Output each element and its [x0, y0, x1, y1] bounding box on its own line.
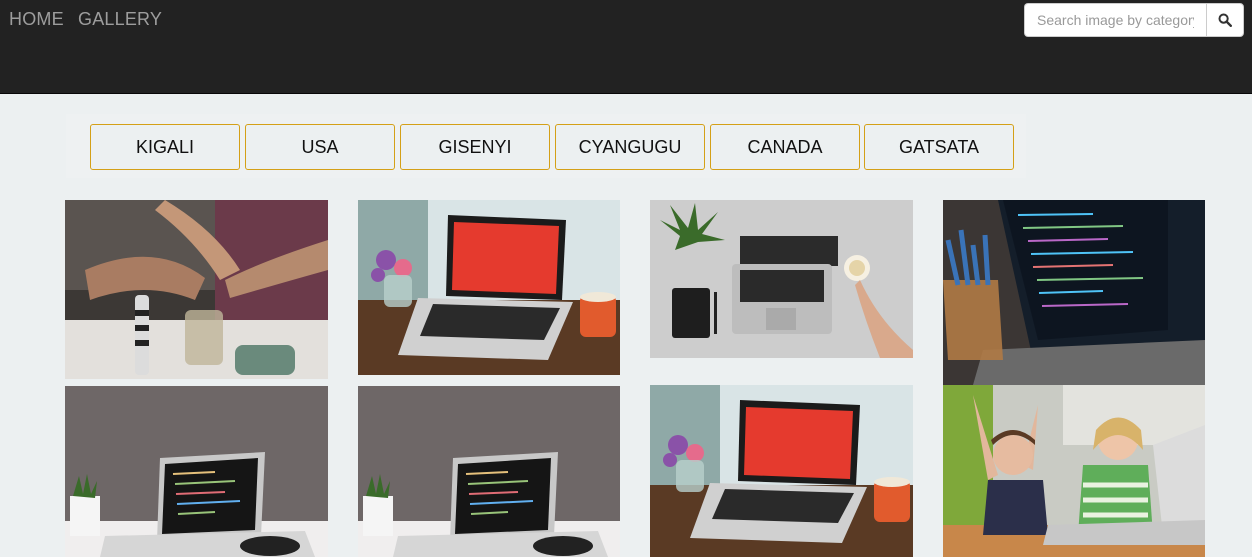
- category-button-gatsata[interactable]: GATSATA: [864, 124, 1014, 170]
- gallery-image-red-laptop[interactable]: [358, 200, 620, 375]
- category-button-canada[interactable]: CANADA: [710, 124, 860, 170]
- nav-gallery-link[interactable]: GALLERY: [78, 9, 162, 30]
- search-input[interactable]: [1024, 3, 1206, 37]
- gallery-image-team-hands[interactable]: [65, 200, 328, 379]
- gallery-image-kids-laptop[interactable]: [943, 385, 1205, 557]
- gallery-image-code-laptop-pencils[interactable]: [943, 200, 1205, 385]
- category-button-cyangugu[interactable]: CYANGUGU: [555, 124, 705, 170]
- gallery-image-code-laptop-plant-1[interactable]: [65, 386, 328, 557]
- top-navbar: HOME GALLERY: [0, 0, 1252, 94]
- gallery-image-laptop-topview[interactable]: [650, 200, 913, 358]
- category-button-kigali[interactable]: KIGALI: [90, 124, 240, 170]
- search-button[interactable]: [1206, 3, 1244, 37]
- category-button-usa[interactable]: USA: [245, 124, 395, 170]
- search-form: [1024, 3, 1244, 37]
- category-button-gisenyi[interactable]: GISENYI: [400, 124, 550, 170]
- search-icon: [1218, 13, 1232, 27]
- nav-home-link[interactable]: HOME: [9, 9, 64, 30]
- gallery-image-code-laptop-plant-2[interactable]: [358, 386, 620, 557]
- gallery-image-red-laptop-2[interactable]: [650, 385, 913, 557]
